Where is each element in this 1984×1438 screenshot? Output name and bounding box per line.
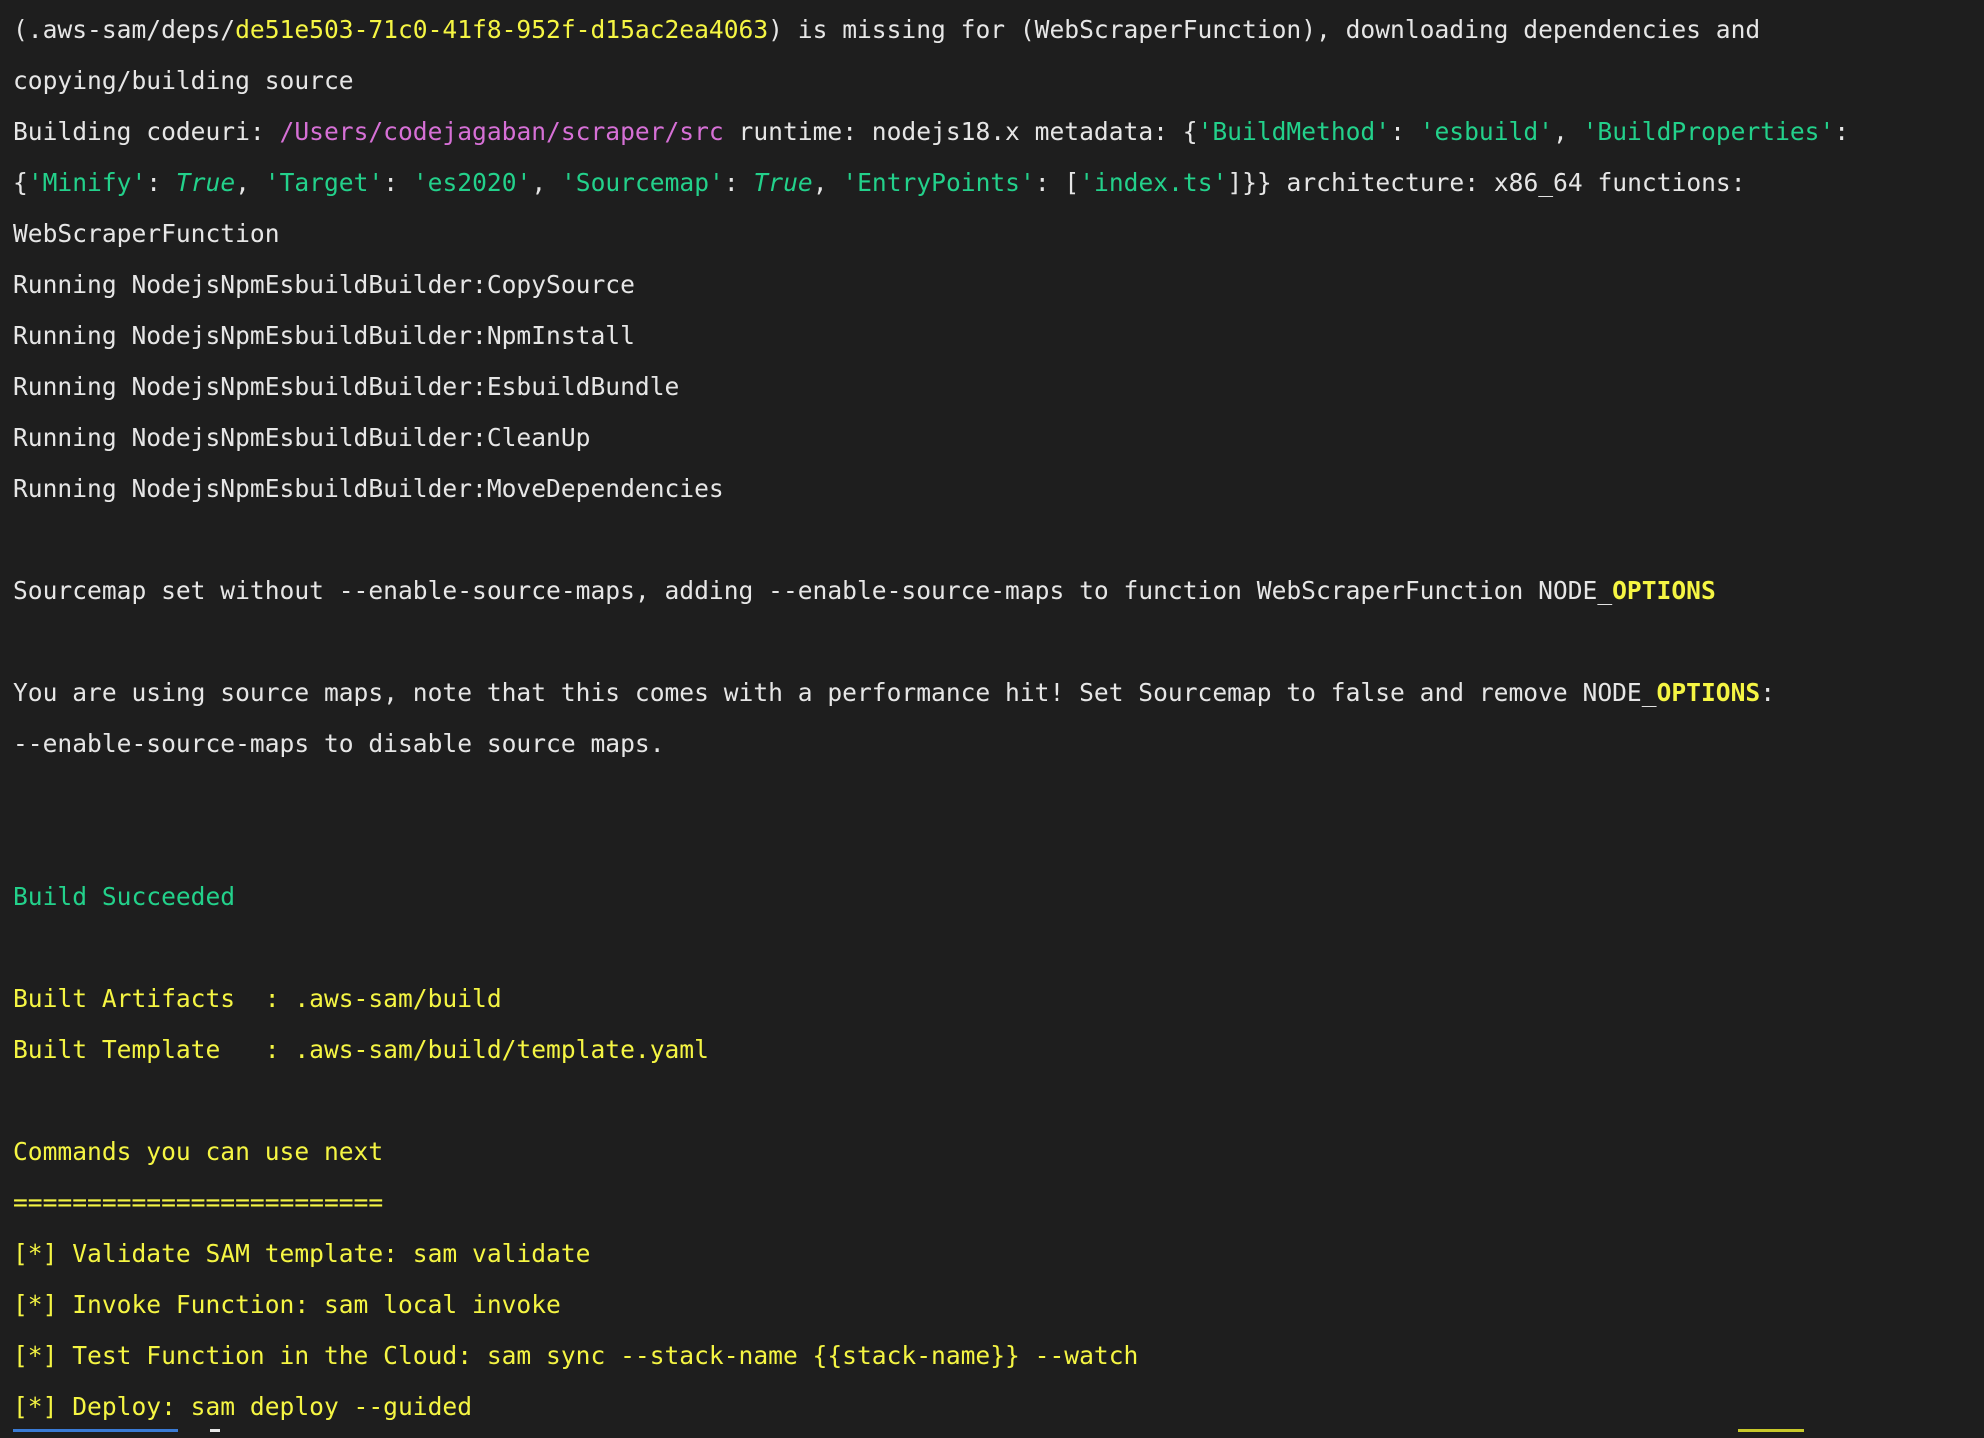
line-text: Building codeuri: [13,117,280,146]
built-artifacts: Built Artifacts : .aws-sam/build [13,984,502,1013]
command-invoke: [*] Invoke Function: sam local invoke [13,1290,561,1319]
build-status: Build Succeeded [13,882,236,911]
line-text: : [146,168,176,197]
metadata-key: 'Sourcemap' [560,168,724,197]
dependency-hash: de51e503-71c0-41f8-952f-d15ac2ea4063 [235,15,769,44]
metadata-bool: True [175,168,236,197]
output-line-function-name: WebScraperFunction [13,219,280,248]
output-line-sourcemap-set: Sourcemap set without --enable-source-ma… [13,571,1974,622]
commands-divider: ========================= [13,1188,384,1217]
output-line-cleanup: Running NodejsNpmEsbuildBuilder:CleanUp [13,423,591,452]
line-text: { [13,168,28,197]
output-line-copying: copying/building source [13,66,354,95]
commands-heading: Commands you can use next [13,1137,384,1166]
line-text: : [723,168,754,197]
output-line-sourcemap-warning: You are using source maps, note that thi… [13,673,1974,724]
output-line-building-codeuri: Building codeuri: /Users/codejagaban/scr… [13,112,1974,163]
built-template: Built Template : .aws-sam/build/template… [13,1035,709,1064]
command-validate: [*] Validate SAM template: sam validate [13,1239,591,1268]
line-text: Sourcemap set without --enable-source-ma… [13,576,1613,605]
line-text: , [235,168,265,197]
line-text: , [812,168,843,197]
line-text: runtime: nodejs18.x metadata: { [723,117,1198,146]
line-text: : [383,168,413,197]
metadata-key: 'EntryPoints' [842,168,1035,197]
terminal-output[interactable]: (.aws-sam/deps/de51e503-71c0-41f8-952f-d… [13,10,1974,1432]
line-text: : [1760,678,1776,707]
output-line-copy-source: Running NodejsNpmEsbuildBuilder:CopySour… [13,270,635,299]
line-text: , [1552,117,1583,146]
codeuri-path: /Users/codejagaban/scraper/src [279,117,724,146]
metadata-value: 'index.ts' [1079,168,1228,197]
command-deploy: [*] Deploy: sam deploy --guided [13,1392,473,1421]
highlight-text: OPTIONS [1656,678,1761,707]
metadata-key: 'Minify' [27,168,147,197]
line-text: : [1834,117,1850,146]
highlight-text: OPTIONS [1612,576,1716,605]
output-line-npm-install: Running NodejsNpmEsbuildBuilder:NpmInsta… [13,321,635,350]
line-text: : [1390,117,1420,146]
metadata-key: 'BuildMethod' [1197,117,1391,146]
terminal-window: { "colors": { "background": "#1e1e1e", "… [0,0,1984,1432]
line-text: (.aws-sam/deps/ [13,15,236,44]
metadata-bool: True [753,168,813,197]
output-line-build-properties: {'Minify': True, 'Target': 'es2020', 'So… [13,163,1974,214]
line-text: , [531,168,561,197]
line-text: : [ [1034,168,1080,197]
line-text: ) is missing for (WebScraperFunction), d… [768,15,1761,44]
output-line-deps-missing: (.aws-sam/deps/de51e503-71c0-41f8-952f-d… [13,10,1974,61]
line-text: You are using source maps, note that thi… [13,678,1657,707]
output-line-move-dependencies: Running NodejsNpmEsbuildBuilder:MoveDepe… [13,474,724,503]
metadata-key: 'BuildProperties' [1582,117,1835,146]
metadata-value: 'es2020' [412,168,532,197]
line-text: ]}} architecture: x86_64 functions: [1227,168,1746,197]
output-line-esbuild-bundle: Running NodejsNpmEsbuildBuilder:EsbuildB… [13,372,680,401]
metadata-value: 'esbuild' [1419,117,1553,146]
metadata-key: 'Target' [264,168,384,197]
command-sync: [*] Test Function in the Cloud: sam sync… [13,1341,1139,1370]
output-line-disable-sourcemaps: --enable-source-maps to disable source m… [13,729,665,758]
